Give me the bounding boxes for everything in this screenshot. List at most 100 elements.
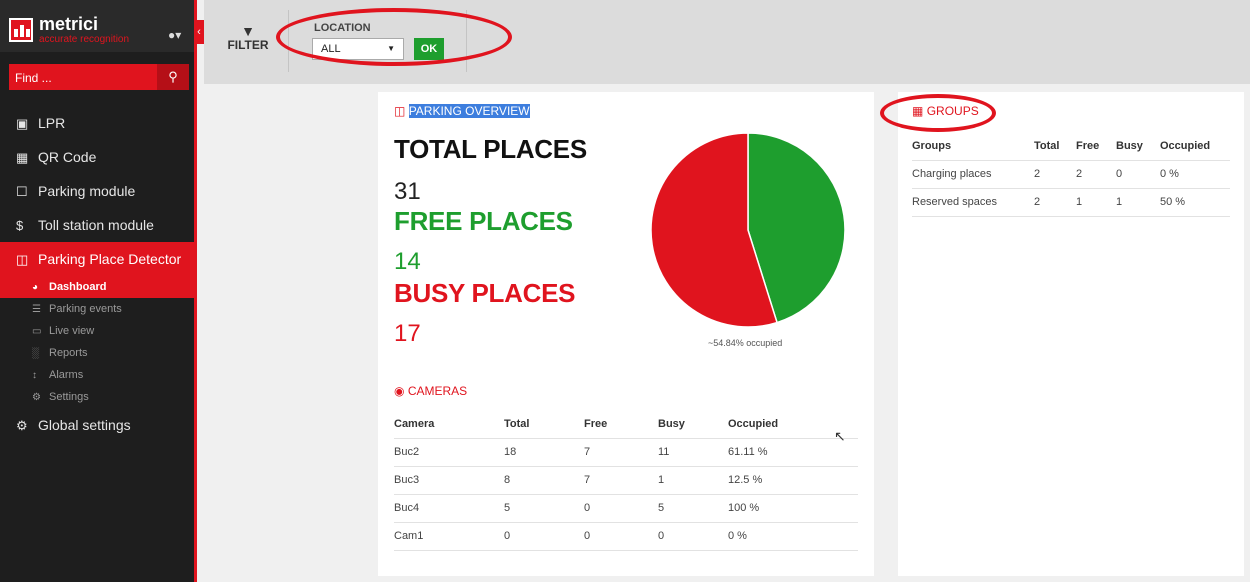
sidebar-item-label: QR Code [38,149,97,165]
column-header: Busy [658,410,728,439]
sidebar-item-label: Global settings [38,417,131,433]
groups-panel: ▦ GROUPS Groups Total Free Busy Occupied… [880,92,1244,576]
search-placeholder: Find ... [15,71,52,85]
total-places-value: 31 [394,178,421,205]
sidebar-subitem-label: Reports [49,347,88,359]
table-cell: Charging places [912,160,1034,189]
sidebar-item-toll-station[interactable]: $ Toll station module [0,208,194,242]
sidebar-subitem-live-view[interactable]: ▭ Live view [0,320,194,342]
table-header-row: Groups Total Free Busy Occupied [912,132,1230,161]
column-header: Free [1076,132,1116,161]
bar-chart-icon: ░ [32,348,40,359]
qr-icon: ▦ [16,150,29,165]
busy-places-label: BUSY PLACES [394,278,576,308]
highlight-ellipse [276,8,512,66]
sidebar-subitem-settings[interactable]: ⚙ Settings [0,386,194,408]
table-cell: 2 [1034,188,1076,217]
filter-button[interactable]: ▼ FILTER [218,24,278,52]
sidebar-header: metrici accurate recognition ●▾ [0,0,194,52]
table-header-row: Camera Total Free Busy Occupied [394,410,858,439]
occupancy-pie-chart [650,132,846,328]
sidebar-subitem-alarms[interactable]: ↕ Alarms [0,364,194,386]
total-places-label: TOTAL PLACES [394,134,587,164]
highlight-ellipse [880,94,996,132]
search-icon[interactable]: ⚲ [157,64,189,90]
cameras-table: Camera Total Free Busy Occupied Buc2 18 … [394,410,858,551]
logo-icon [9,18,33,42]
table-cell: 1 [658,466,728,495]
free-places-label: FREE PLACES [394,206,573,236]
sidebar-nav: ▣ LPR ▦ QR Code ☐ Parking module $ Toll stat… [0,106,194,442]
sidebar-item-lpr[interactable]: ▣ LPR [0,106,194,140]
overview-heading-text: PARKING OVERVIEW [408,104,530,118]
sidebar-item-global-settings[interactable]: ⚙ Global settings [0,408,194,442]
gear-icon: ⚙ [32,392,41,403]
table-cell: Reserved spaces [912,188,1034,217]
sidebar-item-label: Parking module [38,183,136,199]
column-header: Camera [394,410,504,439]
column-header: Occupied [1160,132,1230,161]
overview-heading: ◫ PARKING OVERVIEW [394,104,530,118]
table-cell: 11 [658,438,728,467]
column-header: Total [504,410,584,439]
dollar-icon: $ [16,218,24,233]
column-header: Total [1034,132,1076,161]
cameras-heading: ◉ CAMERAS [394,384,467,398]
user-icon[interactable]: ●▾ [168,28,181,42]
overview-panel: ◫ PARKING OVERVIEW TOTAL PLACES 31 FREE … [378,92,874,576]
table-cell: 12.5 % [728,466,858,495]
funnel-icon: ▼ [241,23,255,39]
table-cell: 5 [658,494,728,523]
sidebar-item-parking-place-detector[interactable]: ◫ Parking Place Detector [0,242,194,276]
table-row: Cam1 0 0 0 0 % [394,522,858,551]
logo-title: metrici [39,14,99,34]
sidebar-subitem-label: Alarms [49,369,84,381]
busy-places-value: 17 [394,320,421,347]
sidebar-item-parking-module[interactable]: ☐ Parking module [0,174,194,208]
sidebar-item-label: Toll station module [38,217,154,233]
table-cell: 0 [584,522,658,551]
table-row: Buc4 5 0 5 100 % [394,494,858,523]
table-cell: Buc2 [394,438,504,467]
filter-bar: ▼ FILTER LOCATION ALL ▼ OK [204,0,1250,84]
sidebar-subitem-dashboard[interactable]: ◕ Dashboard [0,276,194,298]
sidebar-subitem-label: Settings [49,391,89,403]
free-places-value: 14 [394,248,421,275]
sidebar-subitem-parking-events[interactable]: ☰ Parking events [0,298,194,320]
parking-p-icon: ☐ [16,184,28,199]
table-cell: Buc3 [394,466,504,495]
table-cell: 0 [584,494,658,523]
table-cell: 1 [1116,188,1160,217]
column-header: Busy [1116,132,1160,161]
car-icon: ◫ [394,104,406,118]
table-cell: 1 [1076,188,1116,217]
table-cell: 8 [504,466,584,495]
table-cell: 2 [1076,160,1116,189]
table-cell: 5 [504,494,584,523]
search-input[interactable]: Find ... ⚲ [9,64,189,90]
table-row: Charging places 2 2 0 0 % [912,160,1230,189]
column-header: Free [584,410,658,439]
mouse-cursor-icon: ↖ [834,428,846,444]
cameras-heading-text: CAMERAS [407,384,468,398]
logo-subtitle: accurate recognition [39,34,130,45]
sidebar-item-qr-code[interactable]: ▦ QR Code [0,140,194,174]
table-row: Buc2 18 7 11 61.11 % [394,438,858,467]
sidebar: metrici accurate recognition ●▾ ‹ Find .… [0,0,204,582]
sidebar-subitem-reports[interactable]: ░ Reports [0,342,194,364]
table-cell: 0 [658,522,728,551]
groups-table: Groups Total Free Busy Occupied Charging… [912,132,1230,217]
table-cell: 2 [1034,160,1076,189]
table-cell: 100 % [728,494,858,523]
video-icon: ▣ [16,116,29,131]
collapse-sidebar-button[interactable]: ‹ [194,20,204,44]
sidebar-subitem-label: Live view [49,325,95,337]
table-cell: 50 % [1160,188,1230,217]
pie-caption: ~54.84% occupied [708,338,783,348]
table-cell: 0 [504,522,584,551]
camera-icon: ◉ [394,384,405,398]
table-cell: 0 % [1160,160,1230,189]
sidebar-subitem-label: Dashboard [49,281,107,293]
arrows-icon: ↕ [32,370,37,381]
sidebar-item-label: LPR [38,115,66,131]
